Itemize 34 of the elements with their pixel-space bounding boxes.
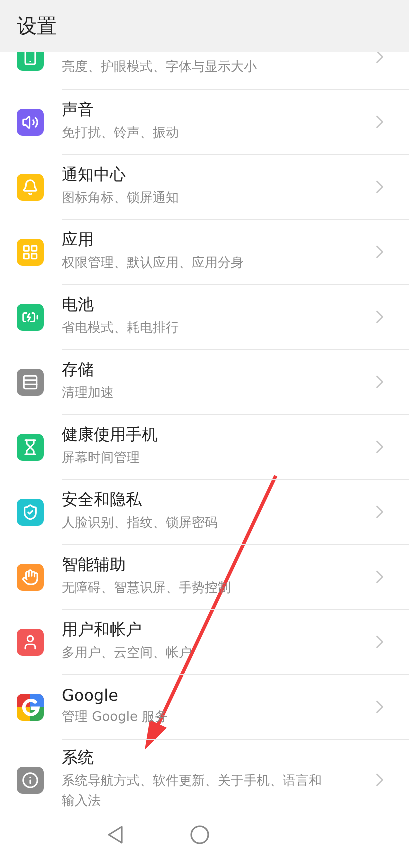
item-subtitle: 多用户、云空间、帐户 — [62, 644, 193, 663]
item-title: 电池 — [62, 294, 95, 316]
settings-item[interactable]: 系统 系统导航方式、软件更新、关于手机、语言和输入法 — [62, 740, 409, 810]
item-subtitle: 免打扰、铃声、振动 — [62, 124, 180, 143]
item-title: 应用 — [62, 230, 95, 251]
back-icon[interactable] — [106, 825, 126, 845]
item-title: Google — [62, 686, 120, 705]
item-title: 存储 — [62, 360, 95, 381]
item-title: 系统 — [62, 748, 95, 769]
item-subtitle: 系统导航方式、软件更新、关于手机、语言和输入法 — [62, 773, 323, 810]
item-subtitle: 权限管理、默认应用、应用分身 — [62, 254, 245, 273]
item-title: 声音 — [62, 100, 95, 121]
item-subtitle: 人脸识别、指纹、锁屏密码 — [62, 514, 219, 533]
home-icon[interactable] — [190, 825, 210, 845]
item-title: 安全和隐私 — [62, 490, 143, 511]
item-title: 用户和帐户 — [62, 620, 143, 641]
item-title: 智能辅助 — [62, 554, 127, 576]
settings-item[interactable]: 存储 清理加速 — [62, 350, 409, 415]
google-icon — [17, 694, 44, 721]
item-subtitle: 省电模式、耗电排行 — [62, 320, 180, 338]
item-subtitle: 清理加速 — [62, 384, 115, 403]
item-subtitle: 亮度、护眼模式、字体与显示大小 — [62, 58, 258, 77]
settings-item[interactable]: 通知中心 图标角标、锁屏通知 — [62, 155, 409, 220]
item-subtitle: 屏幕时间管理 — [62, 450, 141, 468]
settings-item[interactable]: 安全和隐私 人脸识别、指纹、锁屏密码 — [62, 480, 409, 545]
item-title: 健康使用手机 — [62, 424, 159, 446]
item-title: 通知中心 — [62, 164, 127, 186]
settings-item[interactable]: 用户和帐户 多用户、云空间、帐户 — [62, 610, 409, 675]
settings-item[interactable]: 声音 免打扰、铃声、振动 — [62, 90, 409, 155]
settings-item[interactable]: 电池 省电模式、耗电排行 — [62, 285, 409, 350]
settings-item[interactable]: 健康使用手机 屏幕时间管理 — [62, 415, 409, 480]
page-title: 设置 — [17, 12, 57, 40]
settings-item[interactable]: 应用 权限管理、默认应用、应用分身 — [62, 220, 409, 285]
item-subtitle: 图标角标、锁屏通知 — [62, 190, 180, 208]
